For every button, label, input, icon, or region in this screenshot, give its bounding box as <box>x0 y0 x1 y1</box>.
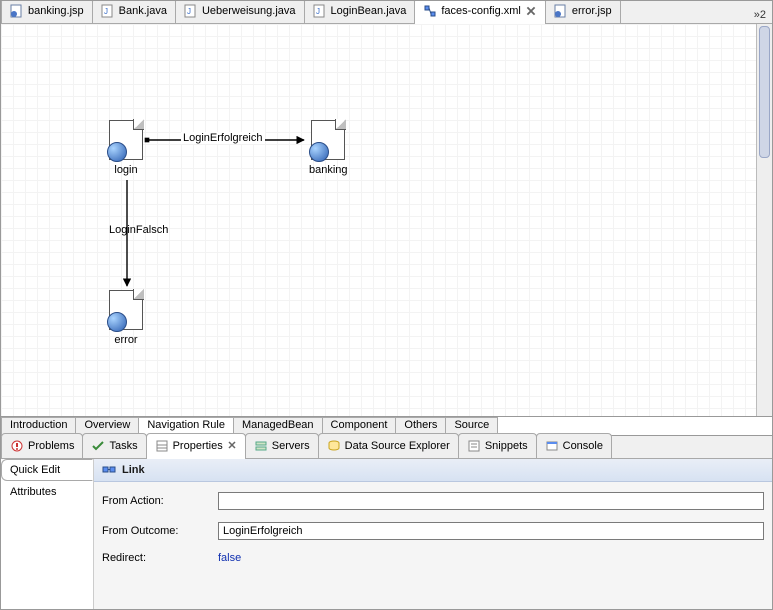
edge-label-fail[interactable]: LoginFalsch <box>109 224 168 236</box>
jsp-icon <box>10 4 24 18</box>
link-icon <box>102 463 116 477</box>
servers-icon <box>254 439 268 453</box>
diagram-node-login[interactable]: login <box>109 120 143 176</box>
editor-tab-label: banking.jsp <box>28 5 84 17</box>
tasks-icon <box>91 439 105 453</box>
view-tab-snippets[interactable]: Snippets <box>458 433 537 458</box>
close-icon[interactable] <box>525 5 537 17</box>
view-tab-label: Tasks <box>109 440 137 452</box>
dse-icon <box>327 439 341 453</box>
navigation-diagram[interactable]: login banking error LoginErfolgreich Log… <box>1 24 772 417</box>
side-tab-quick-edit[interactable]: Quick Edit <box>1 459 93 481</box>
diagram-arrows <box>1 24 772 416</box>
java-icon: J <box>313 4 327 18</box>
java-icon: J <box>101 4 115 18</box>
overflow-count: 2 <box>760 9 766 21</box>
editor-tab-loginbean-java[interactable]: J LoginBean.java <box>304 0 416 23</box>
faces-icon <box>423 4 437 18</box>
view-tab-properties[interactable]: Properties <box>146 433 246 459</box>
node-label: banking <box>309 164 348 176</box>
editor-tab-bank-java[interactable]: J Bank.java <box>92 0 176 23</box>
properties-title-bar: Link <box>94 459 772 482</box>
view-tab-dse[interactable]: Data Source Explorer <box>318 433 459 458</box>
properties-side-tabs: Quick Edit Attributes <box>1 459 94 609</box>
editor-tab-label: LoginBean.java <box>331 5 407 17</box>
editor-tab-overflow[interactable]: »2 <box>748 7 772 23</box>
node-label: error <box>114 334 137 346</box>
scrollbar-thumb[interactable] <box>759 26 770 158</box>
editor-tab-label: Bank.java <box>119 5 167 17</box>
page-icon <box>109 120 143 160</box>
properties-form: From Action: From Outcome: Redirect: fal… <box>94 482 772 574</box>
from-outcome-label: From Outcome: <box>102 525 212 537</box>
view-tab-console[interactable]: Console <box>536 433 612 458</box>
properties-body: Link From Action: From Outcome: Redirect… <box>94 459 772 609</box>
side-tab-attributes[interactable]: Attributes <box>1 481 93 503</box>
view-tab-label: Data Source Explorer <box>345 440 450 452</box>
editor-tab-faces-config[interactable]: faces-config.xml <box>414 0 545 24</box>
diagram-node-banking[interactable]: banking <box>309 120 348 176</box>
editor-tab-label: faces-config.xml <box>441 5 520 17</box>
svg-text:J: J <box>104 7 108 16</box>
ide-root: banking.jsp J Bank.java J Ueberweisung.j… <box>0 0 773 610</box>
redirect-value[interactable]: false <box>218 552 764 564</box>
vertical-scrollbar[interactable] <box>756 24 772 416</box>
diagram-node-error[interactable]: error <box>109 290 143 346</box>
editor-tab-bar: banking.jsp J Bank.java J Ueberweisung.j… <box>1 1 772 24</box>
from-action-input[interactable] <box>218 492 764 510</box>
view-tab-problems[interactable]: Problems <box>1 433 83 458</box>
close-icon[interactable] <box>227 440 237 453</box>
node-label: login <box>114 164 137 176</box>
redirect-label: Redirect: <box>102 552 212 564</box>
view-tab-label: Properties <box>173 440 223 452</box>
view-tab-label: Problems <box>28 440 74 452</box>
editor-tab-ueberweisung-java[interactable]: J Ueberweisung.java <box>175 0 305 23</box>
page-icon <box>311 120 345 160</box>
view-tab-tasks[interactable]: Tasks <box>82 433 146 458</box>
console-icon <box>545 439 559 453</box>
edge-label-success[interactable]: LoginErfolgreich <box>181 132 265 144</box>
properties-icon <box>155 439 169 453</box>
from-outcome-input[interactable] <box>218 522 764 540</box>
snippets-icon <box>467 439 481 453</box>
editor-tab-label: error.jsp <box>572 5 612 17</box>
view-tab-label: Snippets <box>485 440 528 452</box>
properties-view: Quick Edit Attributes Link From Action: … <box>1 459 772 609</box>
java-icon: J <box>184 4 198 18</box>
problems-icon <box>10 439 24 453</box>
view-tab-bar: Problems Tasks Properties Servers Data S… <box>1 436 772 459</box>
page-icon <box>109 290 143 330</box>
properties-title: Link <box>122 464 145 476</box>
view-tab-label: Servers <box>272 440 310 452</box>
view-tab-servers[interactable]: Servers <box>245 433 319 458</box>
view-tab-label: Console <box>563 440 603 452</box>
editor-tab-error-jsp[interactable]: error.jsp <box>545 0 621 23</box>
from-action-label: From Action: <box>102 495 212 507</box>
editor-tab-banking-jsp[interactable]: banking.jsp <box>1 0 93 23</box>
svg-text:J: J <box>187 7 191 16</box>
svg-text:J: J <box>316 7 320 16</box>
editor-tab-label: Ueberweisung.java <box>202 5 296 17</box>
jsp-icon <box>554 4 568 18</box>
